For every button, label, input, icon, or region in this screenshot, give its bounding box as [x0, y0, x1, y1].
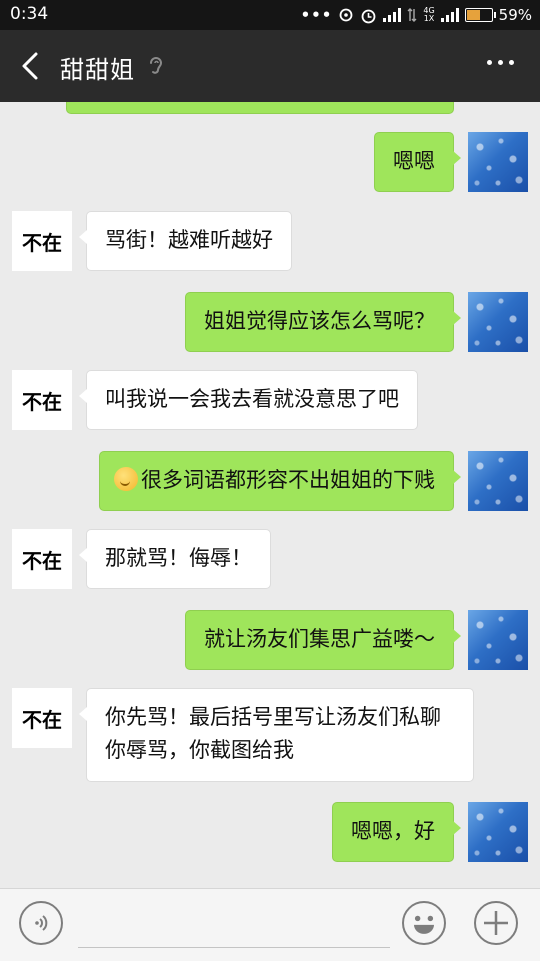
- my-avatar[interactable]: [468, 132, 528, 192]
- my-avatar[interactable]: [468, 802, 528, 862]
- my-avatar[interactable]: [468, 451, 528, 511]
- back-arrow-icon[interactable]: [14, 48, 48, 84]
- thinking-face-icon: [114, 467, 138, 491]
- plus-icon: [484, 911, 508, 935]
- network-type: 4G 1X: [423, 6, 435, 23]
- chat-title: 甜甜姐: [60, 56, 135, 84]
- data-transfer-icon: [407, 8, 417, 22]
- received-message-bubble[interactable]: 你先骂！最后括号里写让汤友们私聊你辱骂，你截图给我: [79, 688, 474, 782]
- contact-avatar[interactable]: 不在: [12, 370, 72, 430]
- sent-message-bubble[interactable]: 就让汤友们集思广益喽～: [185, 610, 461, 670]
- contact-avatar[interactable]: 不在: [12, 211, 72, 271]
- contact-avatar[interactable]: 不在: [12, 688, 72, 748]
- plus-button[interactable]: [474, 901, 518, 945]
- chat-header: 甜甜姐: [0, 30, 540, 102]
- signal-icon: [383, 8, 402, 22]
- message-input[interactable]: [78, 947, 390, 948]
- input-bar: [0, 888, 540, 961]
- message-list[interactable]: 嗯嗯 不在 骂街！越难听越好 姐姐觉得应该怎么骂呢？ 不在 叫我说一会我去看就没…: [0, 102, 540, 888]
- battery-icon: [464, 8, 496, 22]
- smiley-icon: [414, 915, 434, 934]
- sent-message-bubble[interactable]: 嗯嗯: [374, 132, 461, 192]
- previous-message-partial: [66, 102, 454, 114]
- sent-message-bubble[interactable]: 很多词语都形容不出姐姐的下贱: [99, 451, 461, 511]
- received-message-bubble[interactable]: 叫我说一会我去看就没意思了吧: [79, 370, 418, 430]
- battery-percent: 59%: [498, 6, 532, 24]
- my-avatar[interactable]: [468, 292, 528, 352]
- status-icons: ••• 4G 1X 59%: [301, 4, 532, 26]
- notification-dots-icon: •••: [300, 6, 333, 24]
- ear-icon: [150, 57, 163, 74]
- status-bar: 0:34 ••• 4G 1X 59%: [0, 0, 540, 30]
- received-message-bubble[interactable]: 那就骂！侮辱！: [79, 529, 271, 589]
- more-dots-icon[interactable]: [487, 60, 514, 65]
- received-message-bubble[interactable]: 骂街！越难听越好: [79, 211, 292, 271]
- contact-avatar[interactable]: 不在: [12, 529, 72, 589]
- status-time: 0:34: [10, 4, 49, 24]
- my-avatar[interactable]: [468, 610, 528, 670]
- voice-icon: [35, 915, 48, 931]
- voice-button[interactable]: [19, 901, 63, 945]
- message-text: 很多词语都形容不出姐姐的下贱: [141, 468, 435, 492]
- sync-icon: [339, 8, 353, 22]
- sent-message-bubble[interactable]: 嗯嗯，好: [332, 802, 461, 862]
- sent-message-bubble[interactable]: 姐姐觉得应该怎么骂呢？: [185, 292, 461, 352]
- emoji-button[interactable]: [402, 901, 446, 945]
- signal-icon-2: [440, 8, 459, 22]
- alarm-icon: [361, 9, 376, 23]
